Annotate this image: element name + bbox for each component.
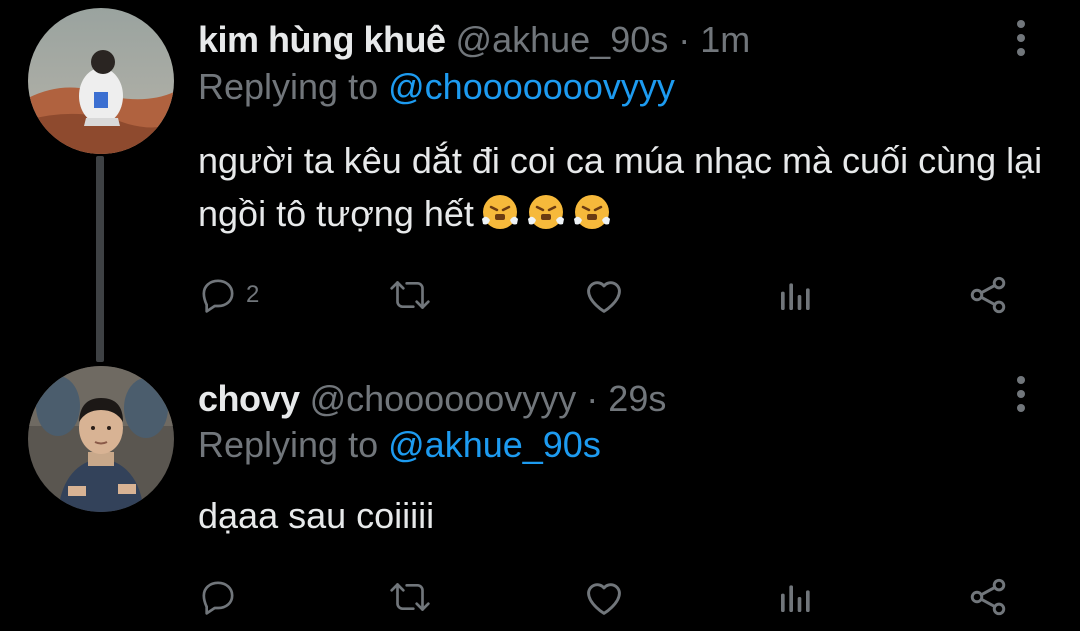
like-button[interactable] [582, 270, 626, 320]
display-name[interactable]: chovy [198, 378, 300, 419]
more-options-icon[interactable] [1008, 374, 1034, 414]
huffing-face-emoji [526, 192, 566, 232]
reply-button[interactable] [198, 572, 246, 622]
views-icon [781, 283, 810, 310]
replying-to: Replying to @akhue_90s [198, 425, 601, 465]
reply-button[interactable]: 2 [198, 270, 259, 320]
separator-dot: · [678, 19, 691, 60]
replying-to-label: Replying to [198, 424, 379, 465]
tweet-actions [0, 572, 1080, 622]
retweet-button[interactable] [386, 572, 434, 622]
replying-to-handle[interactable]: @akhue_90s [388, 424, 601, 465]
retweet-icon [390, 281, 430, 309]
user-handle[interactable]: @akhue_90s [456, 19, 669, 60]
thread-line [96, 156, 104, 362]
views-button[interactable] [776, 572, 816, 622]
replying-to: Replying to @chooooooovyyy [198, 67, 675, 107]
reply-icon [202, 279, 234, 313]
tweet-text-content: dạaa sau coiiiii [198, 495, 435, 536]
separator-dot: · [586, 378, 599, 419]
tweet-header: kim hùng khuê @akhue_90s · 1m [198, 20, 750, 60]
display-name[interactable]: kim hùng khuê [198, 19, 446, 60]
share-button[interactable] [966, 270, 1010, 320]
share-button[interactable] [966, 572, 1010, 622]
share-icon [970, 276, 1006, 314]
tweet[interactable]: kim hùng khuê @akhue_90s · 1m Replying t… [0, 0, 1080, 362]
timestamp[interactable]: 29s [608, 378, 666, 419]
reply-icon [202, 581, 234, 615]
huffing-face-emoji [480, 192, 520, 232]
retweet-icon [390, 583, 430, 611]
views-button[interactable] [776, 270, 816, 320]
avatar[interactable] [28, 366, 174, 512]
replying-to-label: Replying to [198, 66, 379, 107]
like-icon [587, 281, 621, 313]
retweet-button[interactable] [386, 270, 434, 320]
like-button[interactable] [582, 572, 626, 622]
tweet-text: dạaa sau coiiiii [198, 489, 1058, 542]
huffing-face-emoji [572, 192, 612, 232]
tweet[interactable]: chovy @choooooovyyy · 29s Replying to @a… [0, 360, 1080, 631]
tweet-actions: 2 [0, 270, 1080, 320]
tweet-text-content: người ta kêu dắt đi coi ca múa nhạc mà c… [198, 140, 1043, 234]
like-icon [587, 583, 621, 615]
replying-to-handle[interactable]: @chooooooovyyy [388, 66, 675, 107]
share-icon [970, 578, 1006, 616]
reply-count: 2 [246, 281, 260, 308]
avatar[interactable] [28, 8, 174, 154]
views-icon [781, 585, 810, 612]
user-handle[interactable]: @choooooovyyy [310, 378, 577, 419]
timestamp[interactable]: 1m [700, 19, 750, 60]
tweet-header: chovy @choooooovyyy · 29s [198, 379, 666, 419]
tweet-text: người ta kêu dắt đi coi ca múa nhạc mà c… [198, 134, 1058, 240]
more-options-icon[interactable] [1008, 18, 1034, 58]
